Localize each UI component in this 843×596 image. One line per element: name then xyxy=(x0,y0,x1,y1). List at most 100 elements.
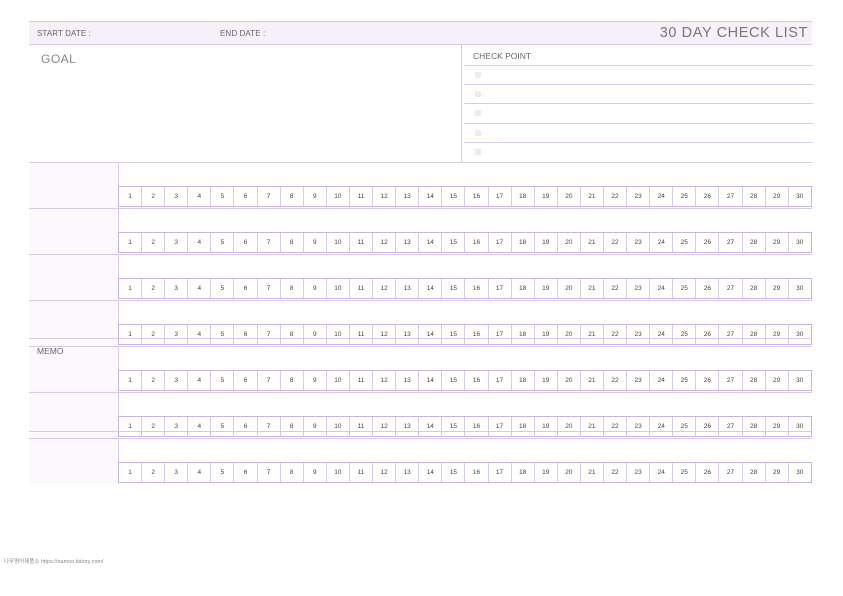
day-cell[interactable]: 21 xyxy=(581,233,604,252)
day-cell[interactable]: 17 xyxy=(489,463,512,482)
day-cell[interactable]: 20 xyxy=(558,233,581,252)
day-cell[interactable]: 16 xyxy=(465,187,489,206)
day-cell[interactable]: 5 xyxy=(211,233,235,252)
day-cell[interactable]: 12 xyxy=(373,463,397,482)
day-cell[interactable]: 3 xyxy=(165,233,189,252)
habit-description-field[interactable] xyxy=(118,439,813,462)
day-cell[interactable]: 11 xyxy=(350,463,374,482)
day-cell[interactable]: 14 xyxy=(419,279,443,298)
day-cell[interactable]: 16 xyxy=(465,233,489,252)
day-cell[interactable]: 22 xyxy=(604,463,628,482)
day-cell[interactable]: 19 xyxy=(535,279,558,298)
day-cell[interactable]: 7 xyxy=(258,233,281,252)
day-cell[interactable]: 9 xyxy=(304,187,327,206)
day-cell[interactable]: 8 xyxy=(281,187,304,206)
day-cell[interactable]: 4 xyxy=(188,279,212,298)
day-cell[interactable]: 1 xyxy=(119,279,143,298)
day-cell[interactable]: 10 xyxy=(327,233,350,252)
check-point-item[interactable] xyxy=(464,141,813,162)
day-cell[interactable]: 25 xyxy=(673,279,697,298)
day-cell[interactable]: 18 xyxy=(512,463,535,482)
day-cell[interactable]: 9 xyxy=(304,463,327,482)
day-cell[interactable]: 24 xyxy=(650,187,674,206)
day-cell[interactable]: 22 xyxy=(604,187,628,206)
day-cell[interactable]: 8 xyxy=(281,463,304,482)
day-cell[interactable]: 13 xyxy=(396,463,420,482)
day-cell[interactable]: 6 xyxy=(234,463,258,482)
day-cell[interactable]: 18 xyxy=(512,279,535,298)
day-cell[interactable]: 2 xyxy=(142,279,166,298)
day-cell[interactable]: 10 xyxy=(327,279,350,298)
memo-box[interactable]: MEMO xyxy=(29,341,812,432)
day-cell[interactable]: 25 xyxy=(673,463,697,482)
day-cell[interactable]: 27 xyxy=(719,187,743,206)
goal-box[interactable]: GOAL xyxy=(29,44,461,162)
day-cell[interactable]: 19 xyxy=(535,187,558,206)
day-cell[interactable]: 29 xyxy=(766,463,789,482)
day-cell[interactable]: 12 xyxy=(373,187,397,206)
day-cell[interactable]: 6 xyxy=(234,279,258,298)
day-cell[interactable]: 29 xyxy=(766,279,789,298)
day-cell[interactable]: 1 xyxy=(119,187,143,206)
day-cell[interactable]: 13 xyxy=(396,233,420,252)
day-cell[interactable]: 20 xyxy=(558,463,581,482)
day-cell[interactable]: 7 xyxy=(258,187,281,206)
day-cell[interactable]: 20 xyxy=(558,279,581,298)
day-cell[interactable]: 3 xyxy=(165,279,189,298)
day-cell[interactable]: 2 xyxy=(142,463,166,482)
day-cell[interactable]: 17 xyxy=(489,233,512,252)
day-cell[interactable]: 4 xyxy=(188,463,212,482)
day-cell[interactable]: 27 xyxy=(719,463,743,482)
day-cell[interactable]: 15 xyxy=(442,233,466,252)
day-cell[interactable]: 26 xyxy=(696,233,720,252)
day-cell[interactable]: 11 xyxy=(350,279,374,298)
day-cell[interactable]: 28 xyxy=(743,463,766,482)
day-cell[interactable]: 3 xyxy=(165,187,189,206)
day-cell[interactable]: 28 xyxy=(743,233,766,252)
day-cell[interactable]: 30 xyxy=(789,233,811,252)
day-cell[interactable]: 5 xyxy=(211,187,235,206)
day-cell[interactable]: 26 xyxy=(696,279,720,298)
day-cell[interactable]: 16 xyxy=(465,463,489,482)
day-cell[interactable]: 30 xyxy=(789,187,811,206)
day-cell[interactable]: 10 xyxy=(327,463,350,482)
day-cell[interactable]: 29 xyxy=(766,233,789,252)
day-cell[interactable]: 21 xyxy=(581,187,604,206)
day-cell[interactable]: 19 xyxy=(535,233,558,252)
day-cell[interactable]: 21 xyxy=(581,279,604,298)
day-cell[interactable]: 24 xyxy=(650,233,674,252)
day-cell[interactable]: 8 xyxy=(281,233,304,252)
day-cell[interactable]: 16 xyxy=(465,279,489,298)
day-cell[interactable]: 23 xyxy=(627,279,651,298)
day-cell[interactable]: 25 xyxy=(673,187,697,206)
day-cell[interactable]: 15 xyxy=(442,463,466,482)
day-cell[interactable]: 26 xyxy=(696,463,720,482)
day-cell[interactable]: 27 xyxy=(719,233,743,252)
day-cell[interactable]: 23 xyxy=(627,187,651,206)
habit-description-field[interactable] xyxy=(118,209,813,232)
day-cell[interactable]: 22 xyxy=(604,233,628,252)
day-cell[interactable]: 18 xyxy=(512,187,535,206)
day-cell[interactable]: 17 xyxy=(489,187,512,206)
habit-name-field[interactable] xyxy=(29,301,118,346)
day-cell[interactable]: 13 xyxy=(396,279,420,298)
day-cell[interactable]: 22 xyxy=(604,279,628,298)
day-cell[interactable]: 29 xyxy=(766,187,789,206)
day-cell[interactable]: 1 xyxy=(119,463,143,482)
habit-description-field[interactable] xyxy=(118,163,813,186)
day-cell[interactable]: 4 xyxy=(188,187,212,206)
day-cell[interactable]: 23 xyxy=(627,463,651,482)
check-point-item[interactable] xyxy=(464,122,813,143)
habit-name-field[interactable] xyxy=(29,439,118,484)
day-cell[interactable]: 9 xyxy=(304,233,327,252)
day-cell[interactable]: 14 xyxy=(419,463,443,482)
day-cell[interactable]: 5 xyxy=(211,279,235,298)
day-cell[interactable]: 14 xyxy=(419,187,443,206)
day-cell[interactable]: 2 xyxy=(142,187,166,206)
day-cell[interactable]: 2 xyxy=(142,233,166,252)
day-cell[interactable]: 11 xyxy=(350,187,374,206)
day-cell[interactable]: 11 xyxy=(350,233,374,252)
day-cell[interactable]: 7 xyxy=(258,279,281,298)
day-cell[interactable]: 17 xyxy=(489,279,512,298)
day-cell[interactable]: 7 xyxy=(258,463,281,482)
